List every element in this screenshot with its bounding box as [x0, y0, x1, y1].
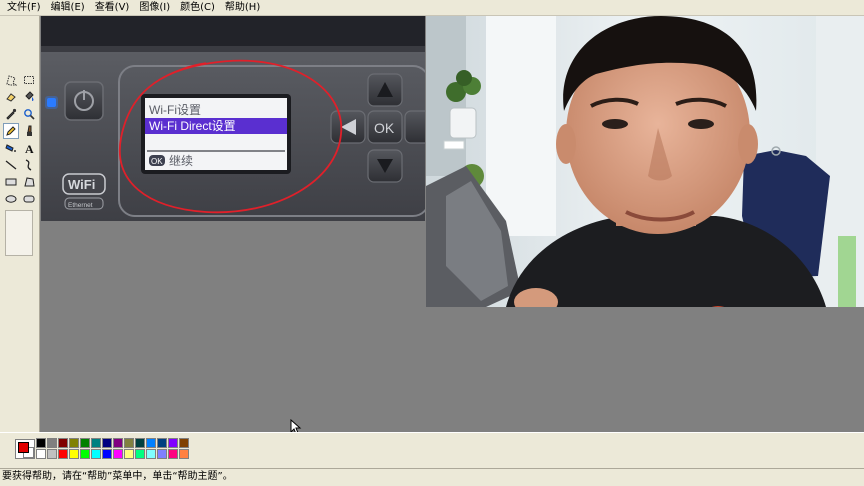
magnifier-tool[interactable] — [21, 106, 37, 122]
rect-select-icon — [24, 76, 34, 84]
color-swatch[interactable] — [58, 438, 68, 448]
menu-item-1[interactable]: 编辑(E) — [46, 1, 90, 15]
svg-text:A: A — [25, 142, 34, 154]
pencil-tool[interactable] — [3, 123, 19, 139]
line-icon — [5, 160, 17, 170]
rounded-rectangle-icon — [23, 195, 35, 203]
color-swatch[interactable] — [80, 438, 90, 448]
rectangle-tool[interactable] — [3, 174, 19, 190]
lcd-ok-badge: OK — [151, 157, 163, 166]
tool-box: A — [0, 16, 40, 432]
ellipse-tool[interactable] — [3, 191, 19, 207]
color-swatch[interactable] — [91, 438, 101, 448]
lcd-line-3: 继续 — [169, 154, 193, 168]
printer-panel-photo[interactable]: Wi-Fi设置 Wi-Fi Direct设置 OK 继续 OK WiFi Eth… — [41, 16, 425, 221]
color-swatch[interactable] — [102, 449, 112, 459]
ok-button-label: OK — [374, 120, 395, 136]
color-swatch[interactable] — [80, 449, 90, 459]
menu-item-4[interactable]: 颜色(C) — [175, 1, 220, 15]
rectangle-icon — [5, 178, 17, 186]
foreground-color-swatch — [18, 442, 29, 453]
canvas-area[interactable]: Wi-Fi设置 Wi-Fi Direct设置 OK 继续 OK WiFi Eth… — [41, 16, 864, 435]
polygon-icon — [24, 177, 35, 187]
color-swatch[interactable] — [69, 449, 79, 459]
color-picker-tool[interactable] — [3, 106, 19, 122]
color-swatch[interactable] — [113, 438, 123, 448]
color-swatch[interactable] — [179, 438, 189, 448]
menu-item-5[interactable]: 帮助(H) — [220, 1, 265, 15]
status-text: 要获得帮助，请在“帮助”菜单中，单击“帮助主题”。 — [2, 471, 233, 482]
rounded-rectangle-tool[interactable] — [21, 191, 37, 207]
fill-tool[interactable] — [21, 89, 37, 105]
menu-item-2[interactable]: 查看(V) — [90, 1, 135, 15]
magnifier-icon — [24, 109, 35, 120]
color-swatch[interactable] — [124, 449, 134, 459]
color-picker-icon — [6, 108, 17, 120]
status-bar: 要获得帮助，请在“帮助”菜单中，单击“帮助主题”。 — [0, 468, 864, 486]
color-swatch[interactable] — [146, 449, 156, 459]
color-swatch[interactable] — [157, 438, 167, 448]
eraser-icon — [6, 93, 16, 102]
color-swatch[interactable] — [102, 438, 112, 448]
color-swatch[interactable] — [168, 449, 178, 459]
color-palette-bar — [0, 432, 864, 468]
rect-select-tool[interactable] — [21, 72, 37, 88]
tool-grid: A — [3, 72, 37, 207]
menu-item-0[interactable]: 文件(F) — [2, 1, 46, 15]
color-swatch[interactable] — [69, 438, 79, 448]
color-swatch[interactable] — [47, 438, 57, 448]
airbrush-tool[interactable] — [3, 140, 19, 156]
brush-icon — [27, 125, 32, 136]
webcam-frame[interactable] — [426, 16, 864, 307]
ethernet-label: Ethernet — [68, 202, 93, 209]
webcam-drawing — [426, 16, 864, 307]
color-swatch[interactable] — [91, 449, 101, 459]
color-swatch[interactable] — [124, 438, 134, 448]
fill-icon — [25, 91, 34, 101]
power-button — [64, 81, 104, 121]
free-form-select-icon — [6, 75, 17, 86]
ellipse-icon — [5, 195, 17, 203]
right-button — [404, 110, 425, 144]
color-swatch[interactable] — [58, 449, 68, 459]
curve-icon — [25, 159, 32, 171]
color-swatch[interactable] — [113, 449, 123, 459]
text-icon: A — [25, 142, 34, 154]
text-tool[interactable]: A — [21, 140, 37, 156]
color-swatch[interactable] — [168, 438, 178, 448]
polygon-tool[interactable] — [21, 174, 37, 190]
color-swatch[interactable] — [47, 449, 57, 459]
eraser-tool[interactable] — [3, 89, 19, 105]
airbrush-icon — [5, 144, 16, 152]
curve-tool[interactable] — [21, 157, 37, 173]
line-tool[interactable] — [3, 157, 19, 173]
color-swatches — [36, 438, 189, 459]
color-swatch[interactable] — [36, 449, 46, 459]
color-swatch[interactable] — [179, 449, 189, 459]
brush-tool[interactable] — [21, 123, 37, 139]
menu-item-3[interactable]: 图像(I) — [134, 1, 175, 15]
menu-bar: 文件(F) 编辑(E) 查看(V) 图像(I) 颜色(C) 帮助(H) — [0, 0, 864, 16]
printer-panel-drawing: Wi-Fi设置 Wi-Fi Direct设置 OK 继续 OK WiFi Eth… — [41, 16, 425, 221]
lcd-line-2: Wi-Fi Direct设置 — [149, 119, 236, 133]
color-swatch[interactable] — [135, 438, 145, 448]
color-swatch[interactable] — [135, 449, 145, 459]
pencil-icon — [6, 126, 16, 136]
free-form-select-tool[interactable] — [3, 72, 19, 88]
current-colors[interactable] — [15, 439, 35, 459]
color-swatch[interactable] — [157, 449, 167, 459]
wifi-logo: WiFi — [68, 177, 95, 192]
color-swatch[interactable] — [146, 438, 156, 448]
color-swatch[interactable] — [36, 438, 46, 448]
tool-options-panel[interactable] — [5, 210, 33, 256]
lcd-line-1: Wi-Fi设置 — [149, 103, 201, 117]
